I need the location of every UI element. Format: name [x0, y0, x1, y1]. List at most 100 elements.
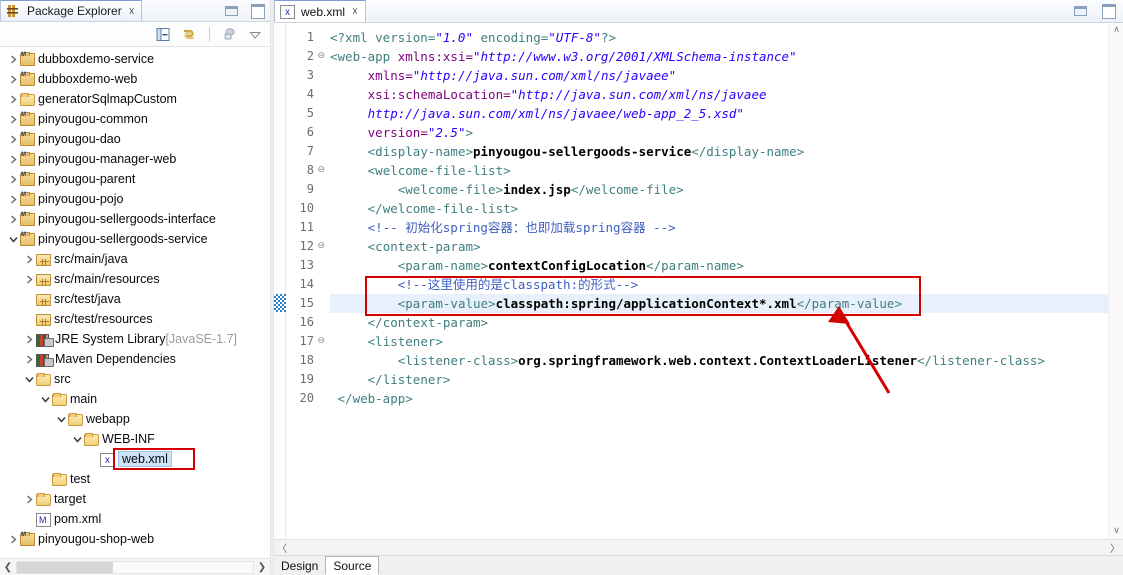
tree-item-maven-dependencies[interactable]: Maven Dependencies [0, 349, 270, 369]
scroll-left-icon[interactable]: 〈 [274, 540, 290, 555]
scroll-thumb[interactable] [17, 561, 113, 573]
code-line[interactable]: http://java.sun.com/xml/ns/javaee/web-ap… [330, 104, 1108, 123]
scroll-right-icon[interactable]: 〉 [1107, 540, 1123, 555]
tree-item-web-inf[interactable]: WEB-INF [0, 429, 270, 449]
tree-item-pinyougou-parent[interactable]: pinyougou-parent [0, 169, 270, 189]
tab-package-explorer[interactable]: Package Explorer ☓ [0, 0, 142, 21]
tree-item-main[interactable]: main [0, 389, 270, 409]
code-line[interactable]: <welcome-file-list> [330, 161, 1108, 180]
tree-item-pinyougou-pojo[interactable]: pinyougou-pojo [0, 189, 270, 209]
chevron-down-icon[interactable] [6, 229, 20, 249]
tree-item-src-test-resources[interactable]: src/test/resources [0, 309, 270, 329]
tree-item-web-xml[interactable]: web.xml [0, 449, 270, 469]
tree-item-jre-system-library[interactable]: JRE System Library [JavaSE-1.7] [0, 329, 270, 349]
chevron-right-icon[interactable] [22, 329, 36, 349]
editor-vertical-scrollbar[interactable]: ∧ ∨ [1108, 23, 1123, 539]
tree-item-target[interactable]: target [0, 489, 270, 509]
tree-item-pinyougou-common[interactable]: pinyougou-common [0, 109, 270, 129]
maximize-button[interactable] [1101, 3, 1116, 19]
code-line[interactable]: </context-param> [330, 313, 1108, 332]
tree-item-src[interactable]: src [0, 369, 270, 389]
code-line[interactable]: <context-param> [330, 237, 1108, 256]
scroll-right-icon[interactable]: ❯ [254, 562, 270, 573]
close-icon[interactable]: ☓ [129, 6, 135, 17]
code-line[interactable]: <listener-class>org.springframework.web.… [330, 351, 1108, 370]
tree-item-src-test-java[interactable]: src/test/java [0, 289, 270, 309]
code-line[interactable]: version="2.5"> [330, 123, 1108, 142]
chevron-right-icon[interactable] [6, 529, 20, 549]
code-line[interactable]: <listener> [330, 332, 1108, 351]
tree-item-src-main-java[interactable]: src/main/java [0, 249, 270, 269]
chevron-right-icon[interactable] [22, 489, 36, 509]
chevron-down-icon[interactable] [38, 389, 52, 409]
explorer-horizontal-scrollbar[interactable]: ❮ ❯ [0, 558, 270, 575]
code-line[interactable]: </listener> [330, 370, 1108, 389]
tab-web-xml[interactable]: web.xml ☓ [274, 0, 366, 22]
chevron-down-icon[interactable] [70, 429, 84, 449]
tree-item-dubboxdemo-web[interactable]: dubboxdemo-web [0, 69, 270, 89]
bottom-tab-source[interactable]: Source [325, 556, 380, 575]
maximize-button[interactable] [250, 3, 265, 19]
scroll-left-icon[interactable]: ❮ [0, 562, 16, 573]
tree-item-dubboxdemo-service[interactable]: dubboxdemo-service [0, 49, 270, 69]
tree-item-pinyougou-sellergoods-interface[interactable]: pinyougou-sellergoods-interface [0, 209, 270, 229]
chevron-down-icon[interactable] [22, 369, 36, 389]
chevron-right-icon[interactable] [22, 269, 36, 289]
chevron-right-icon[interactable] [6, 169, 20, 189]
line-number: 9 [306, 182, 314, 196]
scroll-up-icon[interactable]: ∧ [1109, 23, 1123, 38]
bottom-tab-design[interactable]: Design [274, 556, 325, 575]
scroll-down-icon[interactable]: ∨ [1109, 524, 1123, 539]
chevron-right-icon[interactable] [6, 89, 20, 109]
link-with-editor-icon[interactable] [181, 26, 198, 43]
chevron-right-icon[interactable] [22, 249, 36, 269]
tree-item-pom-xml[interactable]: pom.xml [0, 509, 270, 529]
code-line[interactable]: <!-- 初始化spring容器：也即加载spring容器 --> [330, 218, 1108, 237]
chevron-right-icon[interactable] [6, 69, 20, 89]
source-code-pane[interactable]: <?xml version="1.0" encoding="UTF-8"?> <w… [316, 23, 1108, 539]
tree-item-pinyougou-sellergoods-service[interactable]: pinyougou-sellergoods-service [0, 229, 270, 249]
tree-item-test[interactable]: test [0, 469, 270, 489]
scroll-track[interactable] [290, 540, 1107, 555]
code-line[interactable]: <param-name>contextConfigLocation</param… [330, 256, 1108, 275]
project-tree[interactable]: dubboxdemo-service dubboxdemo-web generato… [0, 47, 270, 558]
code-line[interactable]: <welcome-file>index.jsp</welcome-file> [330, 180, 1108, 199]
tree-item-pinyougou-shop-web[interactable]: pinyougou-shop-web [0, 529, 270, 549]
code-line[interactable]: <param-value>classpath:spring/applicatio… [316, 294, 1108, 313]
scroll-track[interactable] [16, 560, 254, 574]
code-line[interactable]: xsi:schemaLocation="http://java.sun.com/… [330, 85, 1108, 104]
collapse-all-icon[interactable] [155, 26, 172, 43]
close-icon[interactable]: ☓ [352, 6, 358, 17]
minimize-button[interactable] [1073, 3, 1087, 16]
code-line[interactable]: xmlns="http://java.sun.com/xml/ns/javaee… [330, 66, 1108, 85]
editor-marker-ruler[interactable] [274, 23, 286, 539]
chevron-right-icon[interactable] [22, 349, 36, 369]
chevron-down-icon[interactable] [247, 26, 264, 43]
chevron-right-icon[interactable] [6, 189, 20, 209]
view-menu-icon[interactable] [221, 26, 238, 43]
chevron-right-icon[interactable] [6, 209, 20, 229]
chevron-right-icon[interactable] [6, 109, 20, 129]
tree-item-pinyougou-manager-web[interactable]: pinyougou-manager-web [0, 149, 270, 169]
code-line[interactable]: <display-name>pinyougou-sellergoods-serv… [330, 142, 1108, 161]
line-marker-icon[interactable] [274, 294, 286, 312]
tree-item-webapp[interactable]: webapp [0, 409, 270, 429]
code-line[interactable]: <?xml version="1.0" encoding="UTF-8"?> [330, 28, 1108, 47]
code-line[interactable]: <!--这里使用的是classpath:的形式--> [330, 275, 1108, 294]
tree-item-generatorsqlmapcustom[interactable]: generatorSqlmapCustom [0, 89, 270, 109]
package-explorer-icon [6, 4, 20, 18]
tree-item-src-main-resources[interactable]: src/main/resources [0, 269, 270, 289]
chevron-right-icon[interactable] [6, 149, 20, 169]
code-line[interactable]: </web-app> [330, 389, 1108, 408]
chevron-right-icon[interactable] [6, 49, 20, 69]
minimize-button[interactable] [224, 3, 238, 16]
chevron-down-icon[interactable] [54, 409, 68, 429]
code-line[interactable]: </welcome-file-list> [330, 199, 1108, 218]
editor-horizontal-scrollbar[interactable]: 〈 〉 [274, 539, 1123, 555]
chevron-right-icon[interactable] [6, 129, 20, 149]
tree-item-pinyougou-dao[interactable]: pinyougou-dao [0, 129, 270, 149]
code-line[interactable]: <web-app xmlns:xsi="http://www.w3.org/20… [330, 47, 1108, 66]
